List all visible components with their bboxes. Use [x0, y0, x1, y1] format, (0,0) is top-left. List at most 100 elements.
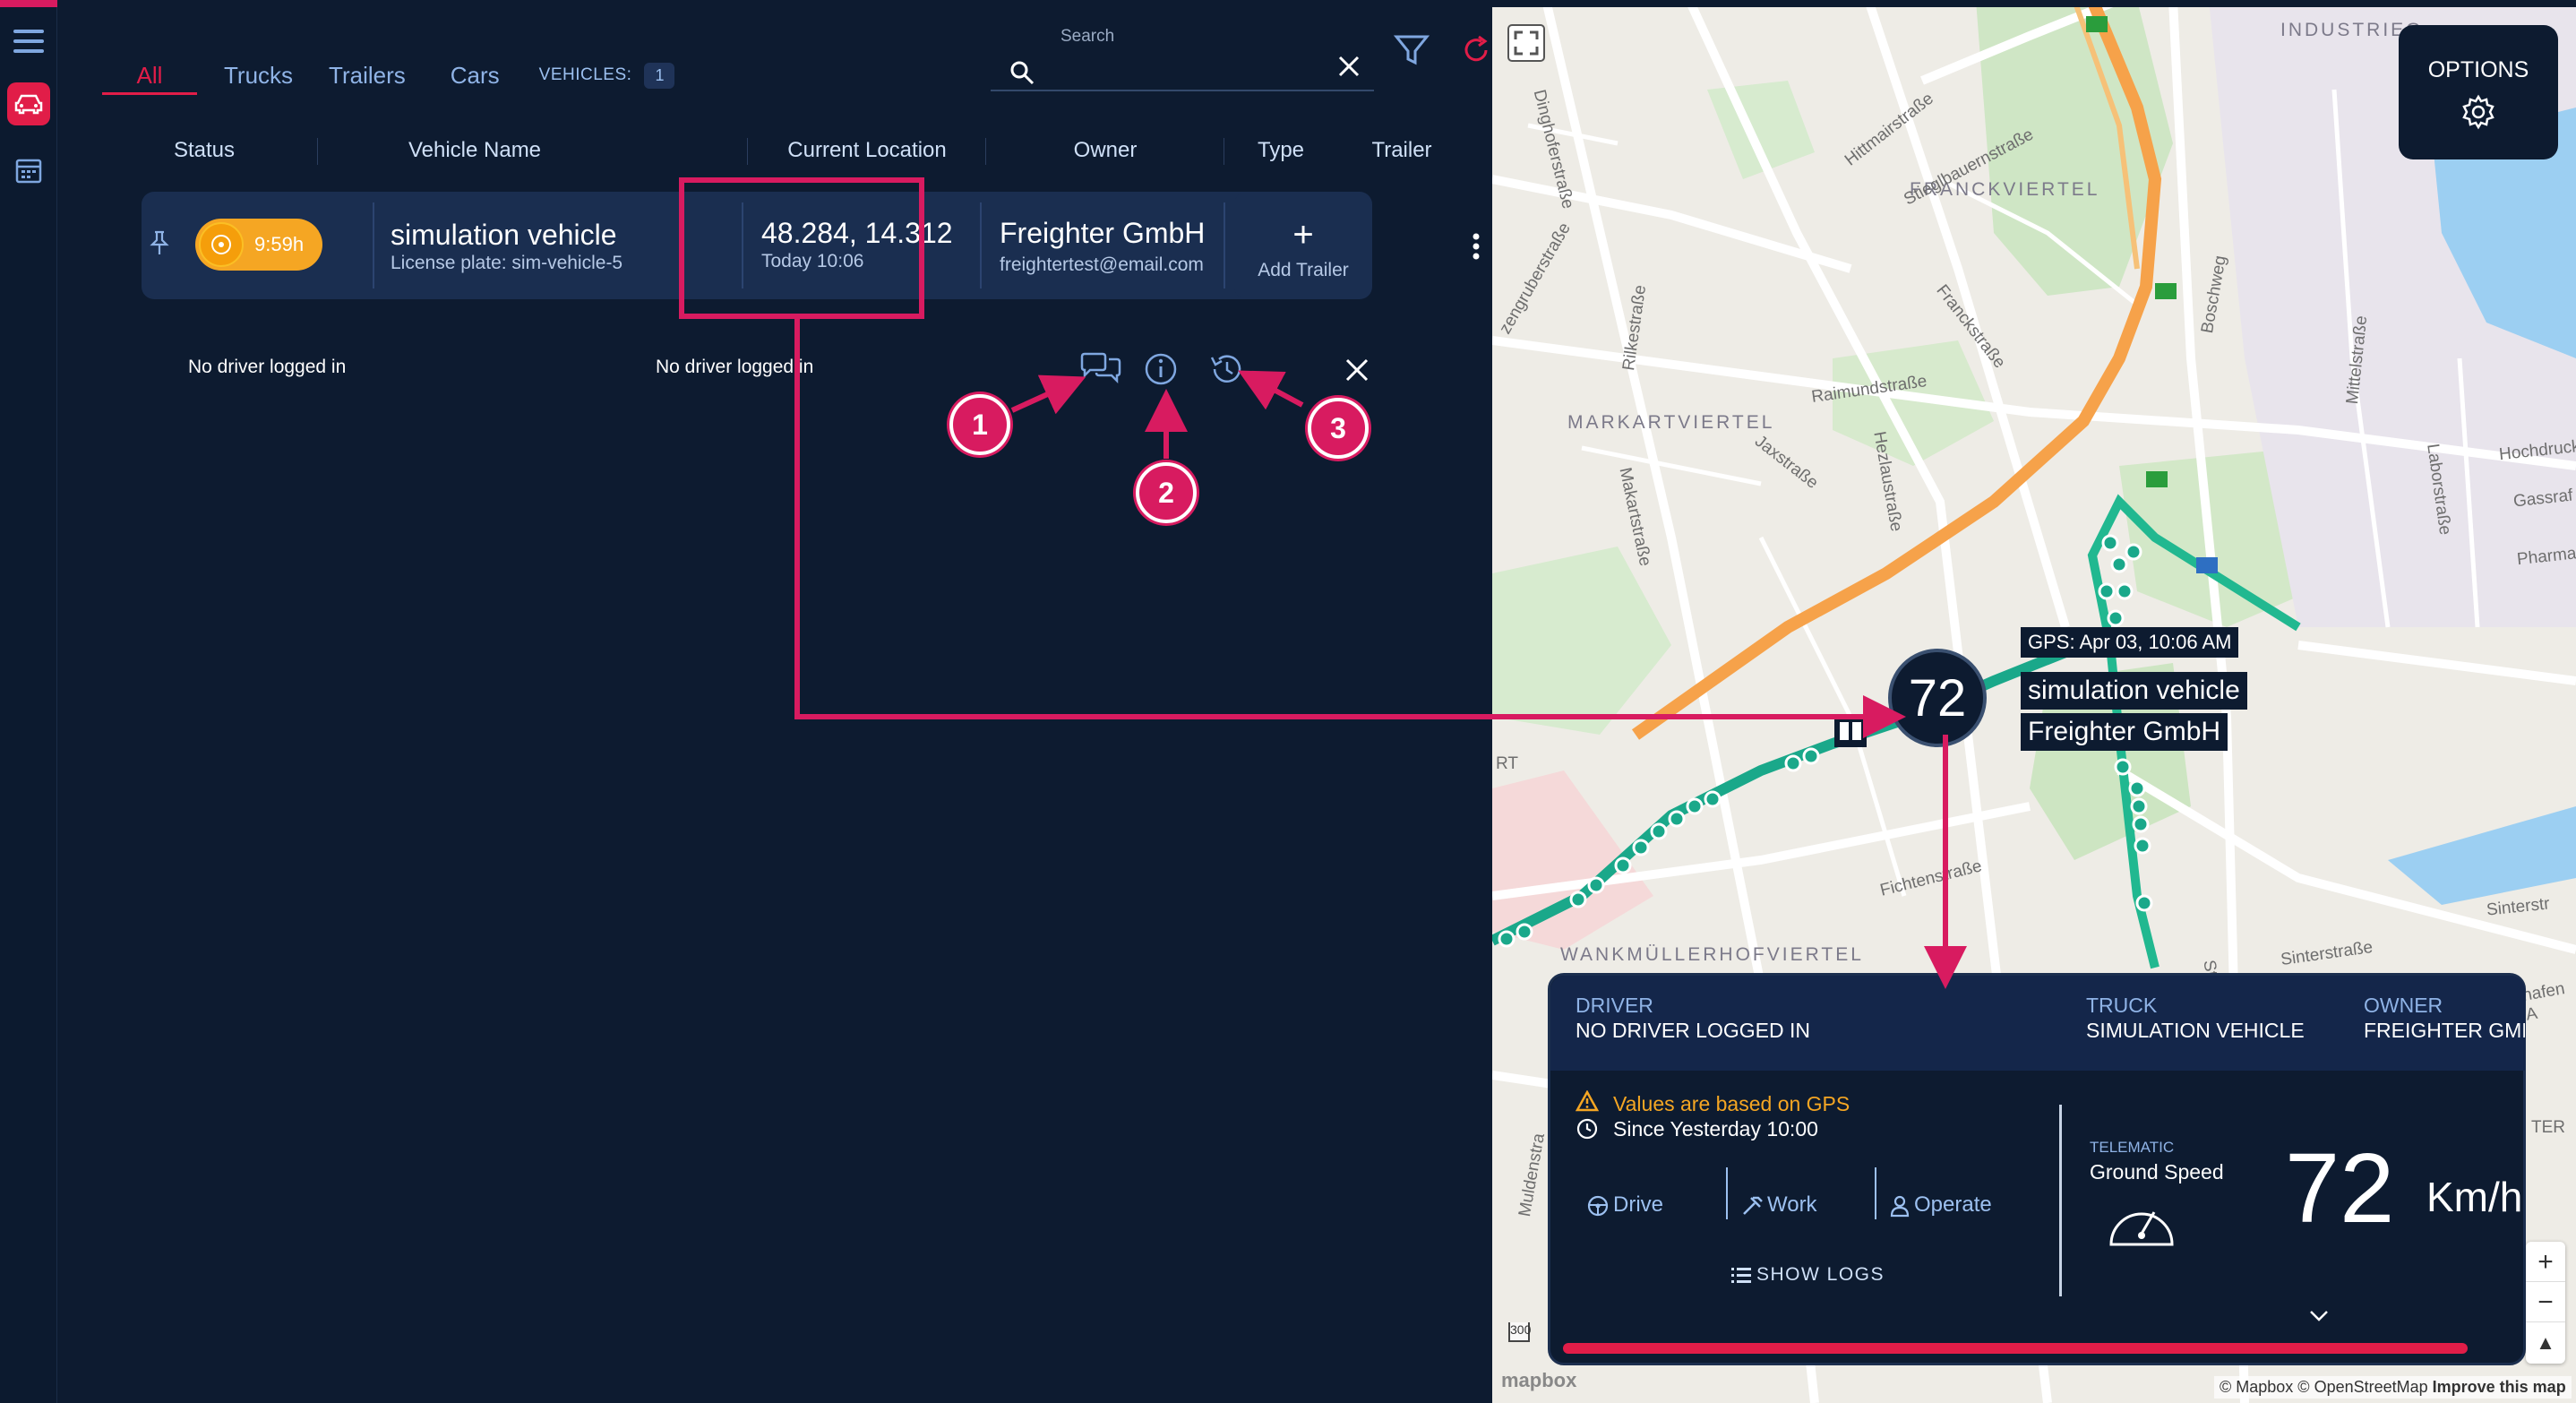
col-owner[interactable]: Owner: [989, 131, 1222, 170]
vehicles-nav-icon[interactable]: [7, 82, 50, 125]
map-label-hafen: hafen A: [2520, 979, 2567, 1025]
left-rail: [0, 0, 57, 1403]
driver-value: NO DRIVER LOGGED IN: [1576, 1019, 1810, 1042]
telematic-label: TELEMATIC: [2090, 1139, 2175, 1156]
owner-value: FREIGHTER GMB: [2364, 1019, 2525, 1042]
list-icon: [1731, 1266, 1751, 1288]
gps-warning: Values are based on GPS: [1613, 1092, 1850, 1115]
menu-icon[interactable]: [7, 20, 50, 63]
filter-icon[interactable]: [1393, 34, 1430, 71]
vehicles-count-badge: 1: [644, 62, 675, 89]
since-time: Since Yesterday 10:00: [1613, 1117, 1818, 1140]
truck-value: SIMULATION VEHICLE: [2086, 1019, 2305, 1042]
vehicle-row[interactable]: 9:59h simulation vehicle License plate: …: [142, 192, 1306, 299]
map-label-wankmueller: WANKMÜLLERHOFVIERTEL: [1560, 944, 1864, 965]
tab-all[interactable]: All: [102, 56, 197, 95]
col-trailer[interactable]: Trailer: [1347, 131, 1456, 170]
vehicle-tabs: All Trucks Trailers Cars VEHICLES: 1: [102, 54, 675, 97]
map-scale: 300: [1508, 1322, 1531, 1342]
info-icon[interactable]: [1143, 351, 1179, 392]
zoom-controls: + − ▲: [2526, 1242, 2565, 1364]
current-location[interactable]: 48.284, 14.312: [761, 217, 953, 250]
ground-speed-value: 72: [2285, 1133, 2395, 1244]
plus-icon: +: [1292, 215, 1314, 254]
clear-search-icon[interactable]: [1336, 54, 1361, 83]
rail-accent: [0, 0, 57, 7]
fullscreen-icon[interactable]: [1507, 23, 1546, 63]
search-field[interactable]: Search: [991, 23, 1374, 91]
col-status[interactable]: Status: [142, 131, 267, 170]
owner-tag: Freighter GmbH: [2021, 713, 2228, 751]
tab-trailers[interactable]: Trailers: [311, 56, 424, 95]
steering-icon: [1586, 1194, 1610, 1222]
col-vehicle-name[interactable]: Vehicle Name: [321, 131, 629, 170]
map-label-ter: TER: [2531, 1118, 2565, 1137]
vehicle-marker[interactable]: 72: [1888, 649, 1987, 747]
marker-speed: 72: [1908, 668, 1967, 727]
history-icon[interactable]: [1207, 351, 1245, 392]
messages-icon[interactable]: [1078, 351, 1123, 392]
mapbox-logo[interactable]: mapbox: [1501, 1369, 1576, 1392]
card-scrollbar[interactable]: [1563, 1343, 2468, 1354]
card-header: DRIVER NO DRIVER LOGGED IN TRUCK SIMULAT…: [1550, 976, 2525, 1071]
truck-label: TRUCK: [2086, 994, 2158, 1017]
compass-button[interactable]: ▲: [2526, 1322, 2565, 1363]
ground-speed-label: Ground Speed: [2090, 1160, 2224, 1184]
zoom-in-button[interactable]: +: [2526, 1242, 2565, 1282]
search-icon: [1009, 59, 1035, 90]
card-divider: [2059, 1105, 2062, 1296]
driver-label: DRIVER: [1576, 994, 1653, 1017]
show-logs-button[interactable]: SHOW LOGS: [1756, 1264, 1885, 1286]
map-options-button[interactable]: OPTIONS: [2399, 25, 2558, 159]
gear-icon: [2399, 94, 2558, 134]
license-plate: License plate: sim-vehicle-5: [391, 253, 623, 273]
tab-cars[interactable]: Cars: [433, 56, 518, 95]
owner-email: freightertest@email.com: [1000, 254, 1204, 275]
table-header: Status Vehicle Name Current Location Own…: [142, 131, 1456, 170]
col-type[interactable]: Type: [1227, 131, 1335, 170]
driver-status-left: No driver logged in: [188, 357, 347, 377]
map-top-bar: [1492, 0, 2576, 7]
options-label: OPTIONS: [2427, 57, 2529, 82]
map-view[interactable]: FRANCKVIERTEL MARKARTVIERTEL WANKMÜLLERH…: [1492, 0, 2576, 1403]
vehicles-count-label: VEHICLES:: [538, 65, 632, 84]
hammer-icon: [1740, 1194, 1764, 1222]
gps-tag: GPS: Apr 03, 10:06 AM: [2021, 627, 2239, 658]
chevron-down-icon[interactable]: [2308, 1309, 2330, 1328]
calendar-nav-icon[interactable]: [7, 149, 50, 192]
tab-trucks[interactable]: Trucks: [206, 56, 311, 95]
speedometer-icon: [2104, 1189, 2179, 1256]
refresh-icon[interactable]: [1460, 34, 1492, 71]
operate-button[interactable]: Operate: [1914, 1192, 1992, 1218]
owner-name: Freighter GmbH: [1000, 217, 1206, 249]
add-trailer-label: Add Trailer: [1258, 260, 1349, 280]
col-current-location[interactable]: Current Location: [751, 131, 983, 170]
owner-label: OWNER: [2364, 994, 2443, 1017]
attribution-text: © Mapbox © OpenStreetMap: [2220, 1378, 2428, 1396]
status-dot-icon: [199, 222, 244, 267]
warning-icon: [1575, 1089, 1600, 1116]
map-attribution: © Mapbox © OpenStreetMap Improve this ma…: [2214, 1376, 2572, 1399]
vehicle-list-panel: All Trucks Trailers Cars VEHICLES: 1 Sea…: [57, 0, 1535, 1403]
operator-icon: [1889, 1194, 1911, 1222]
clock-icon: [1576, 1117, 1599, 1145]
driver-status-right: No driver logged in: [656, 357, 814, 377]
close-details-icon[interactable]: [1344, 357, 1370, 388]
map-label-markartviertel: MARKARTVIERTEL: [1567, 412, 1775, 433]
drive-button[interactable]: Drive: [1613, 1192, 1663, 1218]
search-label: Search: [1060, 27, 1115, 46]
map-label-rt: RT: [1496, 754, 1518, 773]
add-trailer-button[interactable]: + Add Trailer: [1234, 192, 1372, 299]
vehicle-name: simulation vehicle: [391, 219, 617, 251]
more-options-icon[interactable]: [1471, 231, 1481, 266]
zoom-out-button[interactable]: −: [2526, 1282, 2565, 1322]
speed-unit: Km/h: [2426, 1174, 2523, 1220]
location-time: Today 10:06: [761, 251, 864, 271]
pin-icon[interactable]: [149, 229, 170, 261]
vehicle-detail-card: DRIVER NO DRIVER LOGGED IN TRUCK SIMULAT…: [1548, 973, 2526, 1365]
status-time: 9:59h: [254, 233, 305, 255]
improve-map-link[interactable]: Improve this map: [2433, 1378, 2566, 1396]
work-button[interactable]: Work: [1767, 1192, 1817, 1218]
status-badge: 9:59h: [195, 219, 322, 271]
vehicle-name-tag: simulation vehicle: [2021, 672, 2247, 710]
